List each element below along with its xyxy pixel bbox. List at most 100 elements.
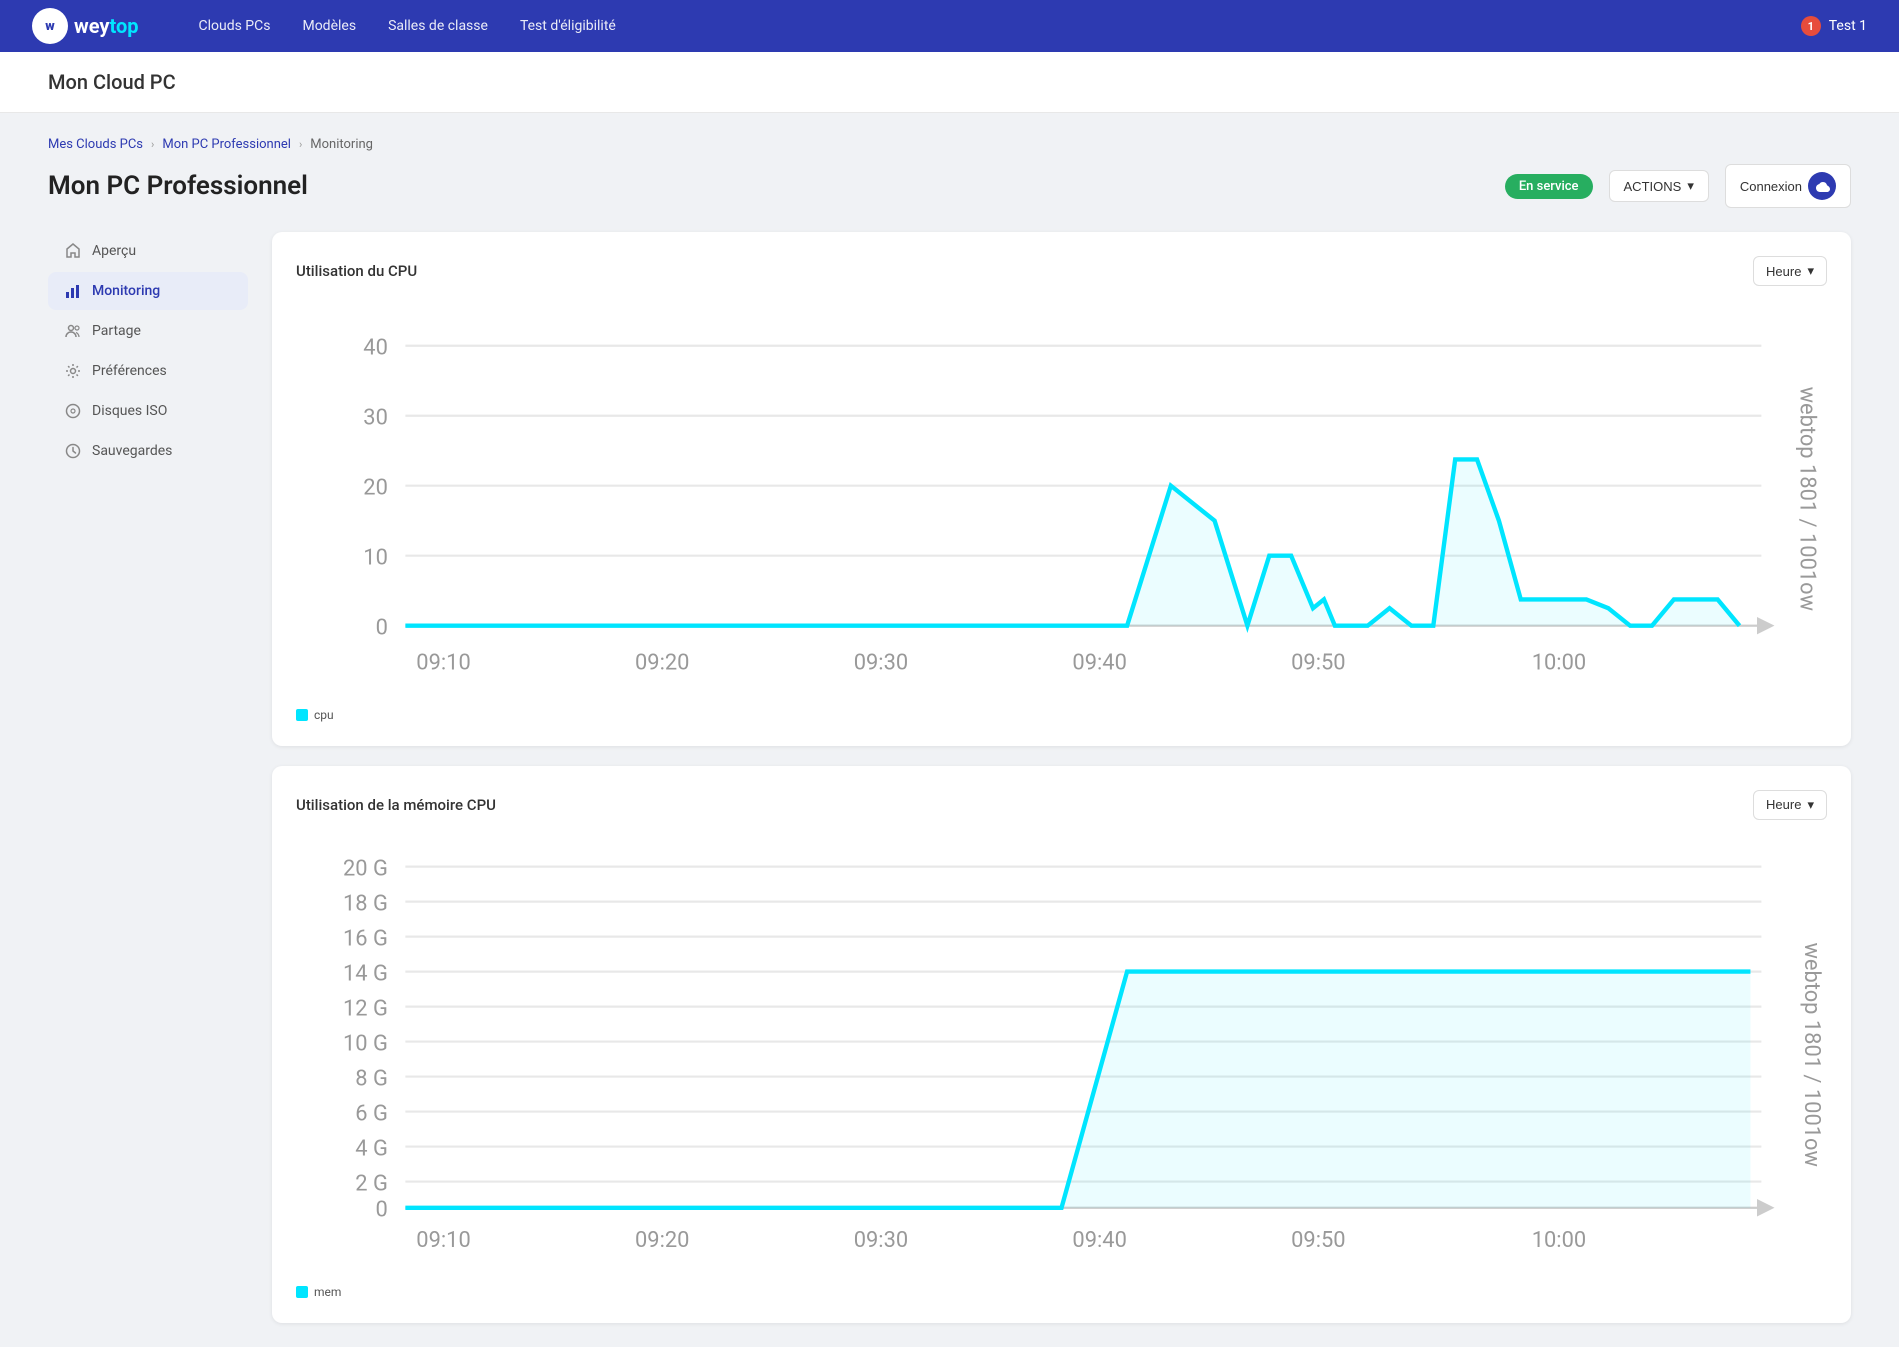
sidebar-label-partage: Partage bbox=[92, 323, 141, 339]
pc-header: Mon PC Professionnel En service ACTIONS … bbox=[48, 164, 1851, 208]
svg-text:30: 30 bbox=[363, 405, 388, 430]
cloud-icon bbox=[1808, 172, 1836, 200]
mem-legend-dot bbox=[296, 1286, 308, 1298]
sidebar: Aperçu Monitoring bbox=[48, 232, 248, 1323]
svg-text:09:50: 09:50 bbox=[1291, 1228, 1345, 1253]
svg-text:09:40: 09:40 bbox=[1072, 1228, 1126, 1253]
chevron-down-icon-mem: ▾ bbox=[1807, 797, 1814, 813]
svg-text:6 G: 6 G bbox=[355, 1101, 388, 1126]
cpu-chart-header: Utilisation du CPU Heure ▾ bbox=[296, 256, 1827, 286]
svg-text:09:20: 09:20 bbox=[635, 650, 689, 675]
cpu-legend-label: cpu bbox=[314, 708, 334, 722]
cpu-chart-svg: 40 30 20 10 0 09:10 09:20 09:30 09:40 09… bbox=[296, 302, 1827, 696]
cpu-chart-card: Utilisation du CPU Heure ▾ bbox=[272, 232, 1851, 746]
sidebar-label-apercu: Aperçu bbox=[92, 243, 136, 259]
sidebar-label-monitoring: Monitoring bbox=[92, 283, 160, 299]
svg-text:2 G: 2 G bbox=[355, 1171, 388, 1196]
svg-text:09:30: 09:30 bbox=[854, 650, 908, 675]
page-title: Mon Cloud PC bbox=[48, 70, 1851, 94]
svg-text:0: 0 bbox=[376, 1197, 388, 1222]
svg-text:0: 0 bbox=[376, 615, 388, 640]
page-title-bar: Mon Cloud PC bbox=[0, 52, 1899, 113]
cpu-time-label: Heure bbox=[1766, 264, 1801, 279]
user-name: Test 1 bbox=[1829, 18, 1867, 34]
mem-legend-label: mem bbox=[314, 1285, 341, 1299]
sidebar-label-preferences: Préférences bbox=[92, 363, 167, 379]
svg-text:10 G: 10 G bbox=[343, 1031, 388, 1056]
sidebar-item-preferences[interactable]: Préférences bbox=[48, 352, 248, 390]
svg-text:09:50: 09:50 bbox=[1291, 650, 1345, 675]
nav-modeles[interactable]: Modèles bbox=[302, 18, 356, 34]
bar-chart-icon bbox=[64, 282, 82, 300]
breadcrumb: Mes Clouds PCs › Mon PC Professionnel › … bbox=[48, 137, 1851, 152]
logo-circle: w bbox=[32, 8, 68, 44]
memory-chart-svg: 20 G 18 G 16 G 14 G 12 G 10 G 8 G 6 G 4 … bbox=[296, 836, 1827, 1273]
svg-text:40: 40 bbox=[363, 335, 388, 360]
nav-clouds-pcs[interactable]: Clouds PCs bbox=[198, 18, 270, 34]
sidebar-item-monitoring[interactable]: Monitoring bbox=[48, 272, 248, 310]
settings-icon bbox=[64, 362, 82, 380]
main-content: Mes Clouds PCs › Mon PC Professionnel › … bbox=[0, 113, 1899, 1347]
notification-count[interactable]: 1 bbox=[1801, 16, 1821, 36]
memory-chart-header: Utilisation de la mémoire CPU Heure ▾ bbox=[296, 790, 1827, 820]
breadcrumb-mes-clouds[interactable]: Mes Clouds PCs bbox=[48, 137, 143, 152]
breadcrumb-sep-2: › bbox=[299, 138, 302, 151]
svg-text:10: 10 bbox=[363, 545, 388, 570]
logo-top: top bbox=[109, 14, 138, 38]
svg-text:20 G: 20 G bbox=[343, 856, 388, 881]
svg-text:20: 20 bbox=[363, 475, 388, 500]
sidebar-item-sauvegardes[interactable]: Sauvegardes bbox=[48, 432, 248, 470]
svg-text:4 G: 4 G bbox=[355, 1136, 388, 1161]
svg-text:18 G: 18 G bbox=[343, 891, 388, 916]
disc-icon bbox=[64, 402, 82, 420]
cpu-time-select[interactable]: Heure ▾ bbox=[1753, 256, 1827, 286]
svg-text:09:10: 09:10 bbox=[416, 1228, 470, 1253]
users-icon bbox=[64, 322, 82, 340]
main-nav: Clouds PCs Modèles Salles de classe Test… bbox=[198, 18, 615, 34]
svg-text:10:00: 10:00 bbox=[1532, 650, 1586, 675]
main-header: w weytop Clouds PCs Modèles Salles de cl… bbox=[0, 0, 1899, 52]
memory-chart-legend: mem bbox=[296, 1285, 1827, 1299]
svg-text:webtop 1801 / 1001ow: webtop 1801 / 1001ow bbox=[1795, 387, 1820, 611]
svg-text:09:40: 09:40 bbox=[1072, 650, 1126, 675]
memory-time-label: Heure bbox=[1766, 797, 1801, 812]
svg-text:webtop 1801 / 1001ow: webtop 1801 / 1001ow bbox=[1799, 942, 1824, 1166]
svg-text:16 G: 16 G bbox=[343, 926, 388, 951]
svg-text:09:30: 09:30 bbox=[854, 1228, 908, 1253]
memory-chart-title: Utilisation de la mémoire CPU bbox=[296, 796, 496, 814]
sidebar-label-disques-iso: Disques ISO bbox=[92, 403, 167, 419]
svg-text:10:00: 10:00 bbox=[1532, 1228, 1586, 1253]
breadcrumb-sep-1: › bbox=[151, 138, 154, 151]
logo[interactable]: w weytop bbox=[32, 8, 138, 44]
cpu-chart-container: 40 30 20 10 0 09:10 09:20 09:30 09:40 09… bbox=[296, 302, 1827, 700]
logo-wey: wey bbox=[74, 14, 109, 38]
sidebar-item-partage[interactable]: Partage bbox=[48, 312, 248, 350]
sidebar-item-disques-iso[interactable]: Disques ISO bbox=[48, 392, 248, 430]
cpu-chart-title: Utilisation du CPU bbox=[296, 262, 417, 280]
actions-button[interactable]: ACTIONS ▾ bbox=[1609, 170, 1709, 202]
breadcrumb-mon-pc[interactable]: Mon PC Professionnel bbox=[162, 137, 291, 152]
chevron-down-icon-cpu: ▾ bbox=[1807, 263, 1814, 279]
sidebar-label-sauvegardes: Sauvegardes bbox=[92, 443, 172, 459]
svg-text:12 G: 12 G bbox=[343, 996, 388, 1021]
nav-test-eligibilite[interactable]: Test d'éligibilité bbox=[520, 18, 616, 34]
svg-text:09:10: 09:10 bbox=[416, 650, 470, 675]
svg-text:09:20: 09:20 bbox=[635, 1228, 689, 1253]
sidebar-item-apercu[interactable]: Aperçu bbox=[48, 232, 248, 270]
svg-text:14 G: 14 G bbox=[343, 961, 388, 986]
connexion-button[interactable]: Connexion bbox=[1725, 164, 1851, 208]
nav-salles-de-classe[interactable]: Salles de classe bbox=[388, 18, 488, 34]
chevron-down-icon: ▾ bbox=[1687, 178, 1694, 194]
svg-text:8 G: 8 G bbox=[355, 1066, 388, 1091]
user-badge[interactable]: 1 Test 1 bbox=[1801, 16, 1867, 36]
content-layout: Aperçu Monitoring bbox=[48, 232, 1851, 1323]
memory-chart-card: Utilisation de la mémoire CPU Heure ▾ bbox=[272, 766, 1851, 1323]
memory-chart-container: 20 G 18 G 16 G 14 G 12 G 10 G 8 G 6 G 4 … bbox=[296, 836, 1827, 1277]
clock-icon bbox=[64, 442, 82, 460]
pc-title: Mon PC Professionnel bbox=[48, 171, 1489, 201]
status-badge: En service bbox=[1505, 174, 1593, 199]
breadcrumb-monitoring: Monitoring bbox=[310, 137, 373, 152]
charts-area: Utilisation du CPU Heure ▾ bbox=[272, 232, 1851, 1323]
memory-time-select[interactable]: Heure ▾ bbox=[1753, 790, 1827, 820]
home-icon bbox=[64, 242, 82, 260]
